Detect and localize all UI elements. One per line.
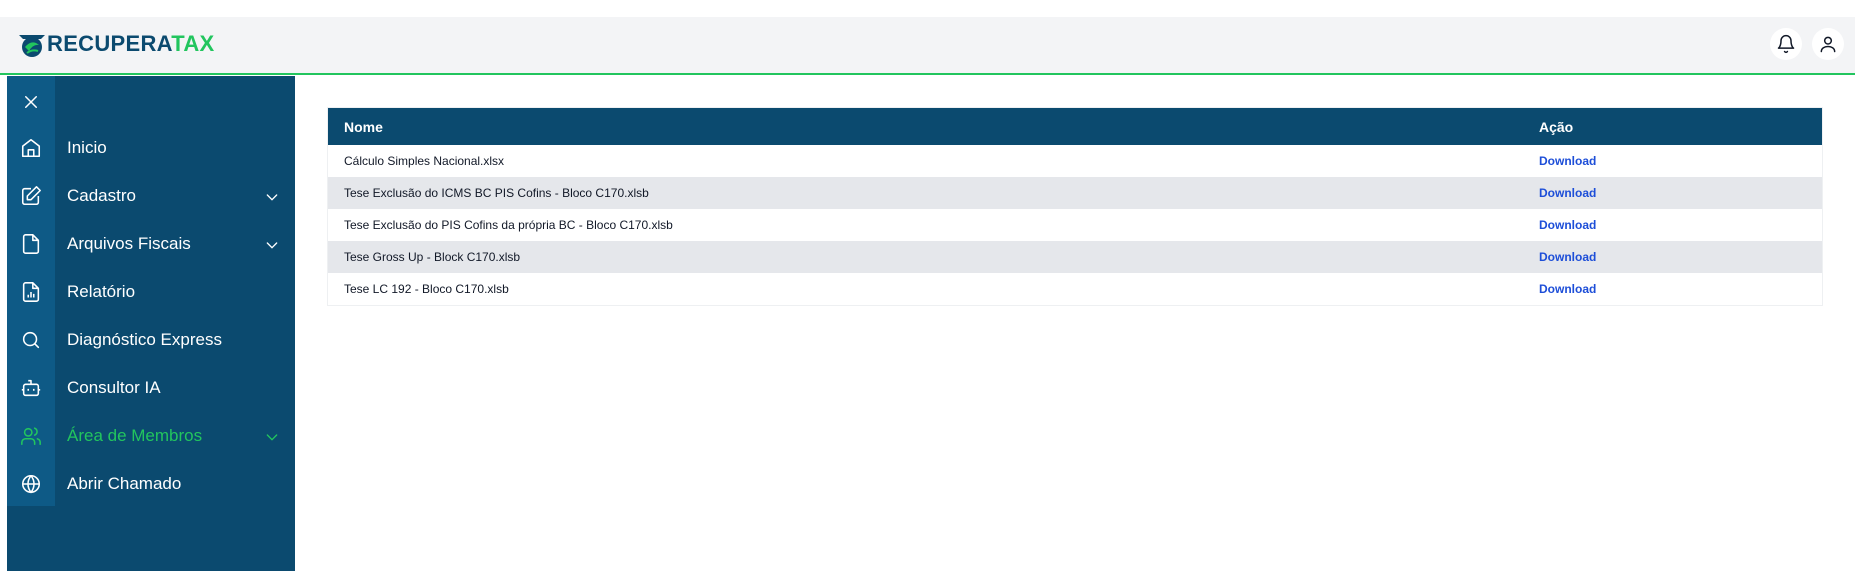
sidebar-item-relatorio[interactable]: Relatório <box>7 270 295 314</box>
download-link[interactable]: Download <box>1539 154 1596 168</box>
column-header-acao: Ação <box>1539 118 1574 135</box>
bell-icon <box>1777 34 1795 54</box>
files-table: Nome Ação Cálculo Simples Nacional.xlsx … <box>327 107 1823 306</box>
notifications-button[interactable] <box>1770 28 1802 60</box>
sidebar-item-consultor-ia[interactable]: Consultor IA <box>7 366 295 410</box>
sidebar-item-label: Abrir Chamado <box>67 474 182 493</box>
report-icon <box>7 270 55 314</box>
top-header: RECUPERATAX <box>0 17 1855 75</box>
sidebar-item-label: Cadastro <box>67 186 136 205</box>
user-icon <box>1820 36 1836 53</box>
sidebar-item-label: Área de Membros <box>67 426 203 445</box>
column-header-nome: Nome <box>344 118 383 135</box>
download-link[interactable]: Download <box>1539 186 1596 200</box>
sidebar-item-label: Consultor IA <box>67 378 161 397</box>
chevron-down-icon[interactable] <box>263 236 281 254</box>
file-name: Tese Gross Up - Block C170.xlsb <box>344 250 521 264</box>
user-menu-button[interactable] <box>1812 28 1844 60</box>
sidebar-item-label: Relatório <box>67 282 136 301</box>
table-row: Tese Gross Up - Block C170.xlsb Download <box>328 241 1822 273</box>
close-sidebar-button[interactable] <box>19 90 43 114</box>
sidebar-item-abrir-chamado[interactable]: Abrir Chamado <box>7 462 295 506</box>
file-icon <box>7 222 55 266</box>
table-row: Tese Exclusão do PIS Cofins da própria B… <box>328 209 1822 241</box>
sidebar-item-inicio[interactable]: Inicio <box>7 126 295 170</box>
edit-icon <box>7 174 55 218</box>
search-icon <box>7 318 55 362</box>
globe-icon <box>7 462 55 506</box>
table-header-row: Nome Ação <box>328 108 1822 145</box>
sidebar-item-diagnostico-express[interactable]: Diagnóstico Express <box>7 318 295 362</box>
table-row: Tese LC 192 - Bloco C170.xlsb Download <box>328 273 1822 305</box>
sidebar-item-label: Inicio <box>67 138 107 157</box>
table-row: Tese Exclusão do ICMS BC PIS Cofins - Bl… <box>328 177 1822 209</box>
file-name: Tese LC 192 - Bloco C170.xlsb <box>344 282 509 296</box>
sidebar-item-label: Arquivos Fiscais <box>67 234 191 253</box>
sidebar-item-cadastro[interactable]: Cadastro <box>7 174 295 218</box>
brand-name: RECUPERATAX <box>47 31 215 56</box>
sidebar-item-label: Diagnóstico Express <box>67 330 222 349</box>
download-link[interactable]: Download <box>1539 250 1596 264</box>
home-icon <box>7 126 55 170</box>
sidebar-item-arquivos-fiscais[interactable]: Arquivos Fiscais <box>7 222 295 266</box>
bot-icon <box>7 366 55 410</box>
users-icon <box>7 414 55 458</box>
file-name: Tese Exclusão do PIS Cofins da própria B… <box>344 218 673 232</box>
brand-logo[interactable]: RECUPERATAX <box>17 29 215 59</box>
file-name: Cálculo Simples Nacional.xlsx <box>344 154 505 168</box>
download-link[interactable]: Download <box>1539 218 1596 232</box>
sidebar-item-area-de-membros[interactable]: Área de Membros <box>7 414 295 458</box>
close-icon <box>25 96 37 108</box>
logo-icon <box>19 35 45 57</box>
sidebar: Inicio Cadastro Arquivos Fiscais Relatór… <box>7 76 295 571</box>
file-name: Tese Exclusão do ICMS BC PIS Cofins - Bl… <box>344 186 649 200</box>
chevron-down-icon[interactable] <box>263 428 281 446</box>
download-link[interactable]: Download <box>1539 282 1596 296</box>
chevron-down-icon[interactable] <box>263 188 281 206</box>
app-page: RECUPERATAX Inicio Cadastro Arquivos Fis… <box>0 0 1855 571</box>
table-row: Cálculo Simples Nacional.xlsx Download <box>328 145 1822 177</box>
